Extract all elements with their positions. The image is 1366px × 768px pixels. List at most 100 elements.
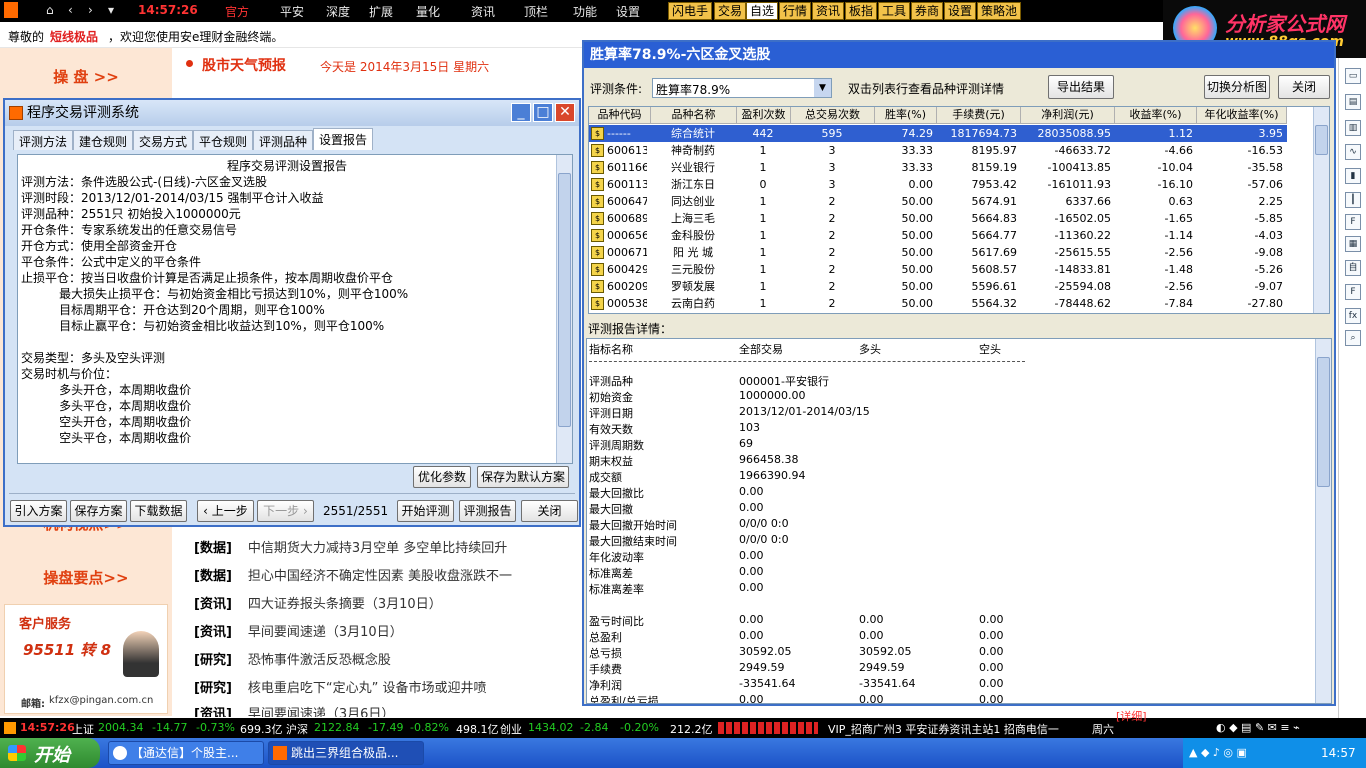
table-row[interactable]: $600613 神奇制药 1 3 33.33 8195.97 -46633.72 -4.66 -…: [589, 142, 1287, 159]
detail-link[interactable]: [详细]: [1116, 708, 1147, 724]
column-header[interactable]: 收益率(%): [1115, 107, 1197, 124]
tab-close-rules[interactable]: 平仓规则: [193, 130, 254, 150]
table-row[interactable]: $600113 浙江东日 0 3 0.00 7953.42 -161011.93 -16.10…: [589, 176, 1287, 193]
download-data-button[interactable]: 下载数据: [130, 500, 187, 522]
optimize-params-button[interactable]: 优化参数: [413, 466, 471, 488]
column-header[interactable]: 年化收益率(%): [1197, 107, 1287, 124]
menu-pingan[interactable]: 平安: [280, 3, 304, 20]
start-button[interactable]: 开始: [0, 738, 100, 768]
tool-quotes[interactable]: 行情: [779, 2, 812, 20]
export-results-button[interactable]: 导出结果: [1048, 75, 1114, 99]
news-text[interactable]: 担心中国经济不确定性因素 美股收盘涨跌不一: [248, 569, 512, 584]
column-header[interactable]: 品种名称: [651, 107, 737, 124]
tool-flash[interactable]: 闪电手: [668, 2, 713, 20]
news-item[interactable]: [研究] 核电重启吃下“定心丸” 设备市场或迎井喷: [194, 677, 487, 696]
toolbar-icon[interactable]: ▭: [1345, 68, 1361, 84]
news-item[interactable]: [资讯] 四大证券报头条摘要（3月10日）: [194, 593, 442, 612]
column-header[interactable]: 净利润(元): [1021, 107, 1115, 124]
condition-select[interactable]: 胜算率78.9% ▼: [652, 78, 832, 98]
chart-line-icon[interactable]: ∿: [1345, 144, 1361, 160]
tool-strategy[interactable]: 策略池: [977, 2, 1022, 20]
import-scheme-button[interactable]: 引入方案: [10, 500, 67, 522]
table-row[interactable]: $600429 三元股份 1 2 50.00 5608.57 -14833.81 -1.48 -…: [589, 261, 1287, 278]
dropdown-icon[interactable]: ▾: [108, 3, 114, 17]
tab-trade-mode[interactable]: 交易方式: [133, 130, 194, 150]
news-item[interactable]: [研究] 恐怖事件激活反恐概念股: [194, 649, 391, 668]
status-tray-icons[interactable]: ◐ ◆ ▤ ✎ ✉ ≡ ⌁: [1216, 721, 1300, 734]
menu-news[interactable]: 资讯: [471, 3, 495, 20]
news-item[interactable]: [数据] 中信期货大力减持3月空单 多空单比持续回升: [194, 537, 507, 556]
close-icon[interactable]: ✕: [555, 103, 575, 122]
tab-instruments[interactable]: 评测品种: [253, 130, 314, 150]
table-row[interactable]: $000656 金科股份 1 2 50.00 5664.77 -11360.22 -1.14 -…: [589, 227, 1287, 244]
tool-settings[interactable]: 设置: [944, 2, 977, 20]
news-text[interactable]: 恐怖事件激活反恐概念股: [248, 653, 391, 668]
column-header[interactable]: 胜率(%): [875, 107, 937, 124]
menu-extend[interactable]: 扩展: [369, 3, 393, 20]
tray-clock[interactable]: 14:57: [1321, 746, 1356, 760]
back-icon[interactable]: ‹: [68, 3, 73, 17]
evaluation-report-button[interactable]: 评测报告: [459, 500, 516, 522]
search-icon[interactable]: ⌕: [1345, 330, 1361, 346]
menu-official[interactable]: 官方: [225, 3, 249, 20]
toolbar-icon[interactable]: 自: [1345, 260, 1361, 276]
news-item[interactable]: [数据] 担心中国经济不确定性因素 美股收盘涨跌不一: [194, 565, 512, 584]
save-scheme-button[interactable]: 保存方案: [70, 500, 127, 522]
tab-method[interactable]: 评测方法: [13, 130, 74, 150]
detail-scrollbar[interactable]: [1315, 339, 1331, 703]
tab-open-rules[interactable]: 建仓规则: [73, 130, 134, 150]
settings-report-text[interactable]: 程序交易评测设置报告 评测方法：条件选股公式-(日线)-六区金叉选股 评测时段：2…: [17, 154, 573, 464]
scroll-thumb[interactable]: [1317, 357, 1330, 487]
formula-icon[interactable]: fx: [1345, 308, 1361, 324]
tool-sector[interactable]: 板指: [845, 2, 878, 20]
column-header[interactable]: 盈利次数: [737, 107, 791, 124]
toolbar-icon[interactable]: ▤: [1345, 94, 1361, 110]
tool-trade[interactable]: 交易: [714, 2, 747, 20]
scroll-thumb[interactable]: [558, 173, 571, 427]
home-icon[interactable]: ⌂: [46, 3, 54, 17]
taskbar-item-strategy[interactable]: 跳出三界组合极品...: [268, 741, 424, 765]
news-text[interactable]: 中信期货大力减持3月空单 多空单比持续回升: [248, 541, 507, 556]
scroll-thumb[interactable]: [1315, 125, 1328, 155]
tool-watchlist[interactable]: 自选: [746, 2, 779, 20]
f10-icon[interactable]: F: [1345, 214, 1361, 230]
close-button[interactable]: 关闭: [1278, 75, 1330, 99]
table-row[interactable]: $601166 兴业银行 1 3 33.33 8159.19 -100413.85 -10.0…: [589, 159, 1287, 176]
menu-topbar[interactable]: 顶栏: [524, 3, 548, 20]
server-ticker[interactable]: VIP_招商广州3 平安证券资讯主站1 招商电信一: [828, 721, 1059, 737]
detail-report[interactable]: 指标名称 全部交易 多头 空头 评测品种 000001-平安银行 初始资金 1000000.0…: [586, 338, 1332, 704]
toolbar-icon[interactable]: ▦: [1345, 236, 1361, 252]
candlestick-icon[interactable]: ┃: [1345, 192, 1361, 208]
report-scrollbar[interactable]: [556, 155, 572, 463]
news-item[interactable]: [资讯] 早间要闻速递（3月10日）: [194, 621, 403, 640]
maximize-icon[interactable]: □: [533, 103, 553, 122]
nav-trading-points[interactable]: 操盘要点>>: [0, 553, 172, 603]
column-header[interactable]: 总交易次数: [791, 107, 875, 124]
chart-bar-icon[interactable]: ▮: [1345, 168, 1361, 184]
tool-broker[interactable]: 券商: [911, 2, 944, 20]
next-step-button[interactable]: 下一步 ›: [257, 500, 314, 522]
save-default-button[interactable]: 保存为默认方案: [477, 466, 569, 488]
column-header[interactable]: 手续费(元): [937, 107, 1021, 124]
weather-title[interactable]: 股市天气预报: [202, 55, 286, 75]
table-row[interactable]: $600689 上海三毛 1 2 50.00 5664.83 -16502.05 -1.65 -…: [589, 210, 1287, 227]
table-row[interactable]: $ ------ 综合统计 442 595 74.29 1817694.73 28035088…: [589, 125, 1287, 142]
service-email[interactable]: kfzx@pingan.com.cn: [49, 695, 153, 706]
f2-icon[interactable]: F: [1345, 284, 1361, 300]
taskbar-item-tdx[interactable]: 【通达信】个股主...: [108, 741, 264, 765]
forward-icon[interactable]: ›: [88, 3, 93, 17]
news-text[interactable]: 早间要闻速递（3月6日）: [248, 707, 395, 717]
news-text[interactable]: 四大证券报头条摘要（3月10日）: [248, 597, 442, 612]
table-row[interactable]: $000538 云南白药 1 2 50.00 5564.32 -78448.62 -7.84 -…: [589, 295, 1287, 312]
table-row[interactable]: $600209 罗顿发展 1 2 50.00 5596.61 -25594.08 -2.56 -…: [589, 278, 1287, 295]
tray-icons[interactable]: ▲ ◆ ♪ ◎ ▣: [1189, 746, 1247, 759]
news-text[interactable]: 早间要闻速递（3月10日）: [248, 625, 403, 640]
switch-chart-button[interactable]: 切换分析图: [1204, 75, 1270, 99]
menu-functions[interactable]: 功能: [573, 3, 597, 20]
start-evaluation-button[interactable]: 开始评测: [397, 500, 454, 522]
tab-report[interactable]: 设置报告: [313, 128, 374, 150]
news-item[interactable]: [资讯] 早间要闻速递（3月6日）: [194, 703, 394, 717]
prev-step-button[interactable]: ‹ 上一步: [197, 500, 254, 522]
toolbar-icon[interactable]: ▥: [1345, 120, 1361, 136]
tool-info[interactable]: 资讯: [812, 2, 845, 20]
